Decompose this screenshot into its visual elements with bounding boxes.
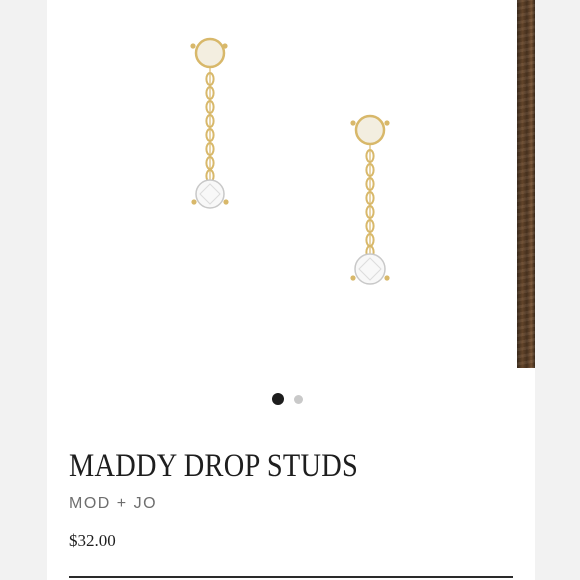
product-title: MADDY DROP STUDS — [69, 448, 359, 484]
carousel-pagination — [272, 393, 303, 405]
product-image[interactable] — [47, 0, 517, 380]
next-photo-peek[interactable] — [517, 0, 535, 368]
earring-right-icon — [350, 114, 390, 285]
carousel-dot-2[interactable] — [294, 394, 303, 404]
divider — [69, 576, 513, 578]
carousel-dot-1[interactable] — [272, 393, 284, 405]
earring-left-icon — [190, 37, 229, 209]
product-price: $32.00 — [69, 531, 116, 550]
product-brand[interactable]: MOD + JO — [69, 495, 157, 513]
